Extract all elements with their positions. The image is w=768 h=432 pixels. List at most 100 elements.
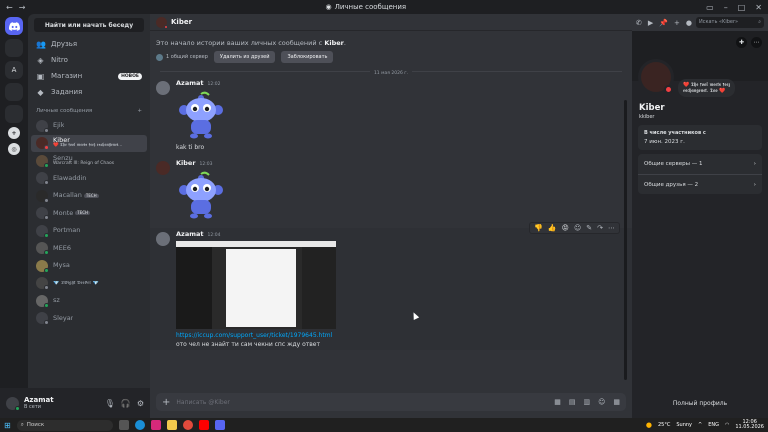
network-icon[interactable]: ◠ [725, 422, 729, 428]
avatar[interactable] [156, 232, 170, 246]
microphone-icon[interactable]: 🎙 [105, 399, 115, 408]
video-call-icon[interactable]: ▶ [648, 19, 653, 27]
server-icon[interactable] [5, 39, 23, 57]
remove-friend-button[interactable]: Удалить из друзей [213, 51, 276, 63]
gift-icon[interactable]: ▦ [554, 398, 561, 406]
create-dm-icon[interactable]: + [137, 108, 142, 114]
dm-item[interactable]: Senzu Warcraft III: Reign of Chaos [31, 152, 147, 170]
reaction-icon[interactable]: 😡 [562, 224, 569, 232]
voice-call-icon[interactable]: ✆ [636, 19, 642, 27]
edit-icon[interactable]: ✎ [586, 224, 592, 232]
profile-avatar[interactable] [638, 59, 674, 95]
sticker-icon[interactable]: ▥ [583, 398, 590, 406]
reaction-icon[interactable]: 👍 [548, 224, 557, 232]
full-profile-button[interactable]: Полный профиль [632, 400, 768, 407]
maximize-icon[interactable]: □ [738, 3, 746, 12]
add-friend-icon[interactable]: ✚ [736, 37, 747, 48]
block-button[interactable]: Заблокировать [281, 51, 334, 63]
dm-item[interactable]: Kiber ❤️ 𝕿𝖍𝖊 𝖋𝖔𝖔𝖑 𝖒𝖊𝖊𝖙𝖘 𝖋𝖊𝖊𝖟 𝖊𝖘𝖈𝖍𝖆𝖓𝖌𝖊𝖓𝖊𝖙.… [31, 134, 147, 152]
member-since-value: 7 июн. 2023 г. [644, 139, 685, 145]
back-arrow-icon[interactable]: ← [6, 3, 13, 12]
mutual-servers[interactable]: 1 общий сервер [156, 53, 208, 61]
add-reaction-icon[interactable]: ☺ [574, 224, 581, 232]
forward-icon[interactable]: ↷ [597, 224, 603, 232]
message[interactable]: Kiber 12:03 [150, 157, 632, 224]
language-indicator[interactable]: ENG [708, 422, 719, 428]
message-author[interactable]: Azamat [176, 79, 203, 87]
more-icon[interactable]: ⋯ [608, 224, 615, 232]
chrome-icon[interactable] [182, 420, 193, 430]
edge-icon[interactable] [134, 420, 145, 430]
inbox-icon[interactable]: ▭ [706, 3, 714, 12]
dm-name: Sleyar [53, 314, 74, 322]
youtube-icon[interactable] [198, 420, 209, 430]
header-toolbar: ✆ ▶ 📌 + ● Искать «Kiber» ⌕ [632, 14, 768, 31]
nav-nitro[interactable]: ◈ Nitro [28, 52, 150, 68]
mutual-servers-row[interactable]: Общие серверы — 1 › [638, 154, 762, 174]
dm-item[interactable]: Portman [31, 222, 147, 240]
nav-quests[interactable]: ◆ Задания [28, 84, 150, 100]
nav-friends[interactable]: 👥 Друзья [28, 36, 150, 52]
task-view-icon[interactable] [118, 420, 129, 430]
recipient-avatar[interactable] [156, 16, 168, 29]
close-icon[interactable]: ✕ [755, 3, 762, 12]
add-server-icon[interactable]: + [8, 127, 20, 139]
dm-item[interactable]: Ejik [31, 117, 147, 135]
settings-gear-icon[interactable]: ⚙ [137, 399, 144, 408]
emoji-icon[interactable]: ☺ [598, 398, 605, 406]
tech-tag: TECH [83, 192, 99, 198]
reaction-icon[interactable]: 👎 [534, 224, 543, 232]
windows-start-icon[interactable]: ⊞ [4, 421, 11, 430]
dm-item[interactable]: Macallan TECH [31, 187, 147, 205]
dm-item[interactable]: Monte TECH [31, 205, 147, 223]
apps-icon[interactable]: ▦ [613, 398, 620, 406]
attach-plus-icon[interactable]: + [162, 397, 170, 408]
profile-username: kkiber [639, 114, 655, 120]
dm-item[interactable]: Mysa [31, 257, 147, 275]
nav-label: Задания [51, 88, 83, 96]
dm-item[interactable]: sz [31, 292, 147, 310]
message[interactable]: 👎 👍 😡 ☺ ✎ ↷ ⋯ Azamat 12:04 https://iccup.… [150, 222, 632, 350]
search-input[interactable]: Искать «Kiber» ⌕ [695, 17, 764, 28]
discord-taskbar-icon[interactable] [214, 420, 225, 430]
avatar[interactable] [156, 81, 170, 95]
tray-chevron-icon[interactable]: ^ [698, 422, 702, 428]
message-author[interactable]: Azamat [176, 230, 203, 238]
dm-item[interactable]: Sleyar [31, 310, 147, 328]
user-avatar[interactable] [6, 396, 20, 411]
file-explorer-icon[interactable] [166, 420, 177, 430]
message-author[interactable]: Kiber [176, 159, 196, 167]
instagram-icon[interactable] [150, 420, 161, 430]
find-conversation-button[interactable]: Найти или начать беседу [34, 18, 144, 32]
recipient-name[interactable]: Kiber [171, 18, 192, 26]
nav-shop[interactable]: ▣ Магазин НОВОЕ [28, 68, 150, 84]
taskbar-search[interactable]: ⌕ Поиск [16, 419, 113, 431]
server-icon[interactable] [5, 105, 23, 123]
dm-item[interactable]: Elawaddin [31, 170, 147, 188]
profile-toggle-icon[interactable]: ● [686, 19, 692, 27]
gif-icon[interactable]: ▤ [569, 398, 576, 406]
message-composer[interactable]: + Написать @Kiber ▦ ▤ ▥ ☺ ▦ [156, 393, 626, 411]
more-icon[interactable]: ⋯ [751, 37, 762, 48]
avatar [36, 119, 49, 133]
headphones-icon[interactable]: 🎧 [121, 399, 131, 408]
discover-icon[interactable]: ◎ [8, 143, 20, 155]
avatar[interactable] [156, 161, 170, 175]
composer-placeholder: Написать @Kiber [176, 398, 230, 406]
add-friends-icon[interactable]: + [674, 19, 680, 27]
server-icon-a[interactable]: A [5, 61, 23, 79]
forward-arrow-icon[interactable]: → [19, 3, 26, 12]
message-link[interactable]: https://iccup.com/support_user/ticket/19… [176, 332, 336, 339]
clock[interactable]: 12:06 11.05.2026 [735, 419, 764, 431]
window-title: Личные сообщения [334, 3, 407, 11]
dm-item[interactable]: MEE6 [31, 240, 147, 258]
chat-scrollbar[interactable] [624, 100, 627, 380]
minimize-icon[interactable]: – [724, 3, 728, 12]
server-icon[interactable] [5, 83, 23, 101]
dm-item[interactable]: 💎 𝕯𝖜𝖎𝖌𝖍𝖙 𝕭𝖊𝖊𝖉𝖊𝖗 💎 [31, 275, 147, 293]
discord-home-icon[interactable] [5, 17, 23, 35]
mutual-friends-row[interactable]: Общие друзья — 2 › [638, 174, 762, 194]
message[interactable]: Azamat 12:02 kak ti bro [150, 77, 632, 153]
pin-icon[interactable]: 📌 [659, 19, 668, 27]
image-attachment[interactable] [176, 241, 336, 329]
